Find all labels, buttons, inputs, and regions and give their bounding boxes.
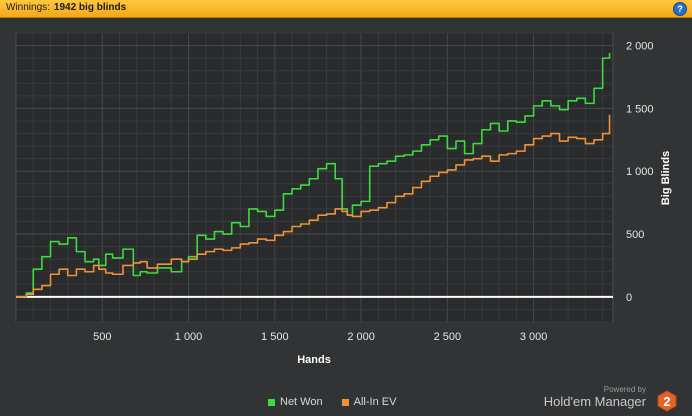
- x-tick-label: 2 500: [434, 331, 462, 343]
- x-tick-label: 3 000: [520, 331, 548, 343]
- hem-branding: Powered by Hold'em Manager 2: [542, 385, 682, 413]
- legend-label-all-in-ev: All-In EV: [353, 396, 397, 408]
- legend-swatch-all-in-ev: [341, 398, 349, 406]
- y-tick-label: 2 000: [626, 41, 654, 53]
- legend-item-all-in-ev[interactable]: All-In EV: [341, 396, 397, 408]
- help-icon[interactable]: ?: [673, 2, 687, 16]
- y-axis-ticks: 0 500 1 000 1 500 2 000: [626, 41, 654, 304]
- plot-area: [15, 32, 614, 323]
- logo-digit: 2: [663, 394, 670, 409]
- product-name: Hold'em Manager: [543, 394, 646, 409]
- x-axis-ticks: 500 1 000 1 500 2 000 2 500 3 000: [93, 331, 547, 343]
- x-tick-label: 2 000: [347, 331, 375, 343]
- legend-swatch-net-won: [268, 398, 275, 406]
- y-tick-label: 500: [626, 229, 644, 241]
- app-window: Winnings: 1942 big blinds ? 500 1 000 1 500…: [0, 0, 692, 416]
- winnings-label: Winnings:: [6, 2, 50, 13]
- x-tick-label: 500: [93, 331, 111, 343]
- legend-item-net-won[interactable]: Net Won: [268, 396, 323, 408]
- x-tick-label: 1 000: [175, 331, 203, 343]
- legend-label-net-won: Net Won: [280, 396, 323, 408]
- winnings-value: 1942 big blinds: [53, 2, 127, 13]
- x-axis-title: Hands: [297, 354, 331, 366]
- powered-by-text: Powered by: [603, 385, 646, 394]
- x-tick-label: 1 500: [261, 331, 289, 343]
- y-tick-label: 1 000: [626, 166, 654, 178]
- y-tick-label: 0: [626, 292, 632, 304]
- y-tick-label: 1 500: [626, 103, 654, 115]
- chart-legend: Net Won All-In EV: [268, 396, 412, 409]
- winnings-summary: Winnings: 1942 big blinds: [6, 2, 126, 13]
- hem-logo-icon: 2: [657, 390, 677, 412]
- winnings-header-bar: Winnings: 1942 big blinds ?: [0, 0, 692, 18]
- winnings-chart: 500 1 000 1 500 2 000 2 500 3 000 0 500 1 000 1 …: [15, 32, 672, 366]
- y-axis-title: Big Blinds: [660, 151, 672, 205]
